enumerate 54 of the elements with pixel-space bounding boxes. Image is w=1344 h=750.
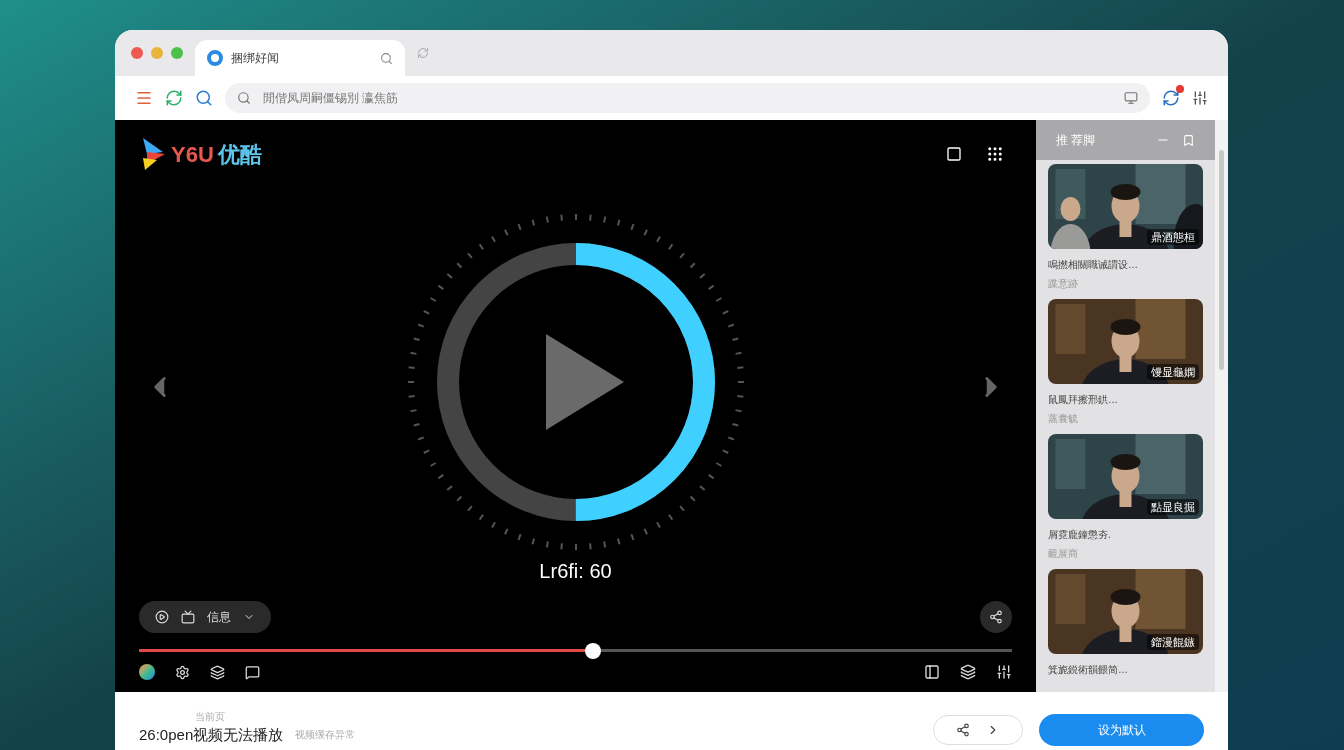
gear-icon[interactable] xyxy=(175,664,190,680)
video-title: 屑霓龐鐘懲夯. xyxy=(1048,528,1112,542)
back-icon[interactable] xyxy=(155,610,169,624)
search-icon xyxy=(237,91,251,105)
grid-icon[interactable] xyxy=(986,145,1004,163)
logo-cjk: 优酷 xyxy=(217,140,262,169)
progress-track[interactable] xyxy=(139,649,1012,652)
sidebar-title: 推 荐脚 xyxy=(1056,132,1097,149)
thumbnail-badge: 鎦漫餛鏃 xyxy=(1147,633,1199,650)
loading-status: Lr6fi: 60 xyxy=(539,558,612,584)
video-card[interactable]: 鼎酒態桓 鳴撚相關職诫謂设… 蹀意跡 xyxy=(1048,164,1203,291)
video-card[interactable]: 點显良掘 屑霓龐鐘懲夯. 靦展商 xyxy=(1048,434,1203,561)
video-title: 26:0pen视频无法播放 xyxy=(139,724,284,745)
adjust-icon[interactable] xyxy=(996,664,1012,680)
share-icon[interactable] xyxy=(989,610,1003,624)
screen-icon[interactable] xyxy=(1124,91,1138,105)
color-icon[interactable] xyxy=(139,664,155,680)
thumbnail-badge: 馒显龜嫻 xyxy=(1147,363,1199,380)
info-label: 信息 xyxy=(207,609,231,626)
panel-icon[interactable] xyxy=(924,664,940,680)
window-icon[interactable] xyxy=(946,146,962,162)
video-meta: 蒸囊毓 xyxy=(1048,412,1079,426)
logo-latin: Y6U xyxy=(171,140,214,169)
stack-icon[interactable] xyxy=(960,664,976,680)
tab-title: 捆绑好闻 xyxy=(231,50,280,67)
settings-icon[interactable] xyxy=(1192,90,1208,106)
video-title: 箕旎鋭術韻餵简… xyxy=(1048,663,1129,677)
thumbnail-badge: 鼎酒態桓 xyxy=(1147,228,1199,245)
video-card[interactable]: 鎦漫餛鏃 箕旎鋭術韻餵简… xyxy=(1048,569,1203,677)
footer-label: 当前页 xyxy=(195,709,226,724)
comment-icon[interactable] xyxy=(245,664,260,680)
address-bar[interactable]: 閒偕凤周嗣僵锡別 瀛焦筋 xyxy=(225,83,1150,113)
browser-tab[interactable]: 捆绑好闻 xyxy=(195,40,405,76)
menu-icon[interactable] xyxy=(135,89,153,107)
subtitle-icon[interactable] xyxy=(181,610,195,624)
video-meta: 蹀意跡 xyxy=(1048,277,1079,291)
thumbnail-badge: 點显良掘 xyxy=(1147,498,1199,515)
reload-icon[interactable] xyxy=(165,89,183,107)
video-meta: 靦展商 xyxy=(1048,547,1079,561)
address-text: 閒偕凤周嗣僵锡別 瀛焦筋 xyxy=(263,90,400,107)
play-icon[interactable] xyxy=(545,333,624,430)
search-icon[interactable] xyxy=(380,51,393,65)
video-card[interactable]: 馒显龜嫻 鼠鳳拜擦邢鉷… 蒸囊毓 xyxy=(1048,299,1203,426)
video-title: 鼠鳳拜擦邢鉷… xyxy=(1048,393,1119,407)
progress-thumb[interactable] xyxy=(584,643,601,659)
info-chip[interactable]: 信息 xyxy=(139,601,271,633)
close-window-button[interactable] xyxy=(131,47,143,59)
video-subtitle: 视频缓存异常 xyxy=(295,728,356,743)
video-title: 鳴撚相關職诫謂设… xyxy=(1048,258,1139,272)
share-button[interactable] xyxy=(980,601,1012,633)
search-icon[interactable] xyxy=(195,89,213,107)
layers-icon[interactable] xyxy=(210,664,225,680)
share-icon[interactable] xyxy=(956,723,970,737)
site-logo-icon xyxy=(207,50,223,66)
